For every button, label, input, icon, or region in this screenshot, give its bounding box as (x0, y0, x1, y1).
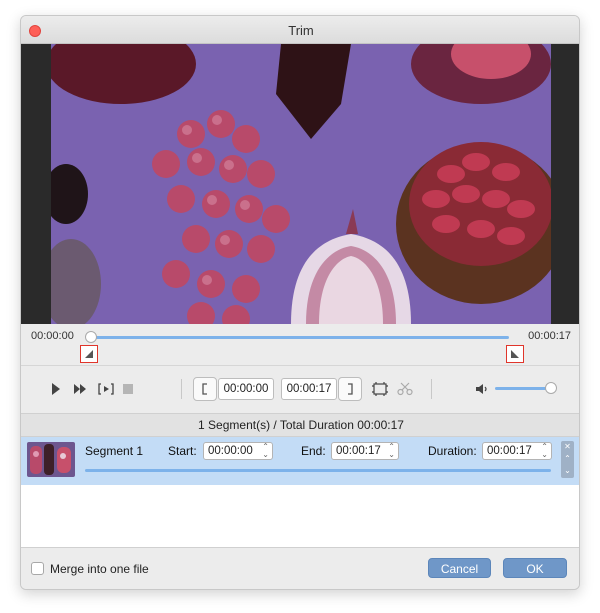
video-frame-image (51, 44, 551, 324)
split-button[interactable] (396, 380, 414, 398)
set-end-bracket-icon (348, 383, 353, 395)
segment-start-input[interactable]: 00:00:00 ⌃ ⌄ (203, 442, 273, 460)
title-bar: Trim (21, 16, 579, 44)
volume-slider-handle[interactable] (545, 382, 557, 394)
play-button[interactable] (47, 380, 65, 398)
segment-range-bar (85, 469, 551, 472)
segment-list: Segment 1 Start: 00:00:00 ⌃ ⌄ End: 00:00:… (21, 437, 579, 547)
segment-row[interactable]: Segment 1 Start: 00:00:00 ⌃ ⌄ End: 00:00:… (21, 437, 579, 485)
set-start-button[interactable] (193, 377, 217, 401)
playback-toolbar: 00:00:00 00:00:17 (21, 366, 579, 413)
remove-segment-icon[interactable]: ✕ (561, 441, 574, 453)
segment-side-controls: ✕ ⌃ ⌄ (561, 441, 574, 478)
set-end-button[interactable] (338, 377, 362, 401)
timeline: 00:00:00 00:00:17 (21, 324, 579, 366)
end-marker-handle[interactable] (506, 345, 524, 363)
move-up-icon[interactable]: ⌃ (561, 453, 574, 465)
stepper-icon[interactable]: ⌃ ⌄ (262, 443, 269, 459)
merge-label[interactable]: Merge into one file (50, 562, 149, 576)
move-down-icon[interactable]: ⌄ (561, 465, 574, 477)
timeline-start-time: 00:00:00 (31, 330, 74, 342)
playhead-handle[interactable] (85, 331, 97, 343)
segment-end-value: 00:00:17 (336, 445, 381, 457)
end-marker-icon (511, 350, 519, 358)
stepper-icon[interactable]: ⌃ ⌄ (388, 443, 395, 459)
merge-checkbox[interactable] (31, 562, 44, 575)
segment-thumbnail (27, 442, 75, 477)
segment-duration-label: Duration: (428, 444, 477, 458)
segment-end-label: End: (301, 444, 326, 458)
ok-button[interactable]: OK (503, 558, 567, 578)
segment-start-label: Start: (168, 444, 197, 458)
cancel-button[interactable]: Cancel (428, 558, 491, 578)
stop-button[interactable] (119, 380, 137, 398)
volume-button[interactable] (473, 380, 491, 398)
play-selection-button[interactable] (95, 380, 117, 398)
set-start-bracket-icon (202, 383, 207, 395)
play-selection-icon (98, 383, 114, 395)
start-marker-handle[interactable] (80, 345, 98, 363)
play-icon (52, 383, 60, 395)
clip-end-input[interactable]: 00:00:17 (281, 378, 337, 400)
volume-slider-track[interactable] (495, 387, 551, 390)
segment-end-input[interactable]: 00:00:17 ⌃ ⌄ (331, 442, 399, 460)
clip-start-input[interactable]: 00:00:00 (218, 378, 274, 400)
split-icon (397, 382, 413, 396)
video-preview (21, 44, 579, 324)
dialog-footer: Merge into one file Cancel OK (21, 547, 579, 589)
fast-forward-icon (74, 384, 86, 394)
segments-summary: 1 Segment(s) / Total Duration 00:00:17 (21, 413, 579, 437)
toolbar-divider (431, 379, 432, 399)
stepper-icon[interactable]: ⌃ ⌄ (541, 443, 548, 459)
add-segment-icon (372, 382, 388, 396)
segment-duration-value: 00:00:17 (487, 445, 532, 457)
window-title: Trim (288, 23, 314, 38)
toolbar-divider (181, 379, 182, 399)
add-segment-button[interactable] (371, 380, 389, 398)
segment-name: Segment 1 (85, 444, 144, 458)
segment-start-value: 00:00:00 (208, 445, 253, 457)
segment-duration-input[interactable]: 00:00:17 ⌃ ⌄ (482, 442, 552, 460)
stop-icon (123, 384, 133, 394)
trim-window: Trim 00:00:00 00:00:17 00:00:00 00:00:17… (20, 15, 580, 590)
timeline-end-time: 00:00:17 (528, 330, 571, 342)
fast-forward-button[interactable] (71, 380, 89, 398)
start-marker-icon (85, 350, 93, 358)
timeline-scrubber-track[interactable] (89, 336, 509, 339)
volume-icon (476, 384, 487, 394)
